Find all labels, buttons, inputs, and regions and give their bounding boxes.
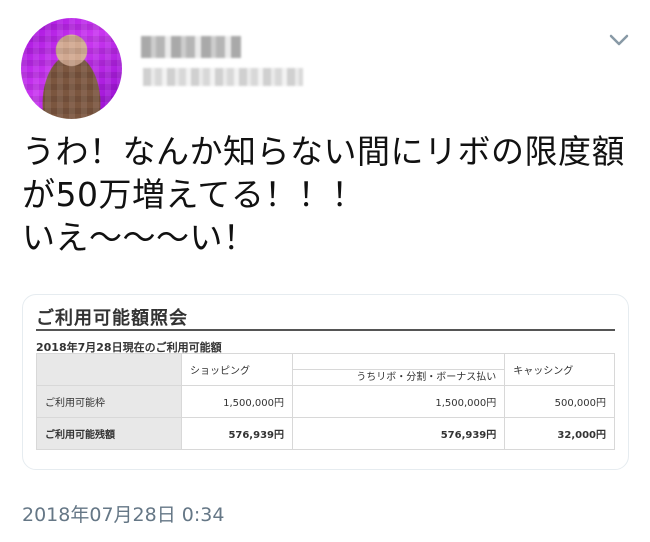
- chevron-down-icon[interactable]: [607, 28, 631, 52]
- tweet-timestamp[interactable]: 2018年07月28日 0:34: [22, 500, 224, 527]
- header-blank-cell: [36, 353, 182, 386]
- table-header-row: ショッピング うちリボ・分割・ボーナス払い キャッシング: [36, 353, 615, 386]
- revo-value: 576,939円: [291, 417, 506, 450]
- avatar[interactable]: [21, 18, 122, 119]
- header-revo-cell: うちリボ・分割・ボーナス払い: [291, 353, 506, 386]
- attached-image-card[interactable]: ご利用可能額照会 2018年7月28日現在のご利用可能額 ショッピング うちリボ…: [22, 294, 629, 470]
- shopping-value: 1,500,000円: [181, 385, 293, 418]
- blurred-display-name[interactable]: [141, 36, 241, 58]
- cashing-value: 32,000円: [504, 417, 615, 450]
- tweet-text: うわ！なんか知らない間にリボの限度額 が50万増えてる！！！ いえ〜〜〜い！: [22, 130, 632, 259]
- revo-value: 1,500,000円: [291, 385, 506, 418]
- table-row: ご利用可能枠 1,500,000円 1,500,000円 500,000円: [36, 385, 615, 418]
- available-credit-table: ショッピング うちリボ・分割・ボーナス払い キャッシング ご利用可能枠 1,50…: [36, 353, 615, 450]
- cashing-value: 500,000円: [504, 385, 615, 418]
- tweet-line-2: が50万増えてる！！！: [22, 175, 365, 214]
- header-revo-top: [293, 354, 504, 369]
- table-row: ご利用可能残額 576,939円 576,939円 32,000円: [36, 417, 615, 450]
- card-title: ご利用可能額照会: [36, 308, 188, 329]
- row-label: ご利用可能枠: [36, 385, 182, 418]
- tweet-line-1: うわ！なんか知らない間にリボの限度額: [22, 132, 625, 171]
- header-shopping: ショッピング: [181, 353, 293, 386]
- shopping-value: 576,939円: [181, 417, 293, 450]
- blurred-username[interactable]: [143, 68, 303, 86]
- title-divider: [36, 329, 615, 331]
- tweet-line-3: いえ〜〜〜い！: [22, 218, 257, 257]
- row-label: ご利用可能残額: [36, 417, 182, 450]
- header-cashing: キャッシング: [504, 353, 615, 386]
- header-revo: うちリボ・分割・ボーナス払い: [292, 369, 505, 385]
